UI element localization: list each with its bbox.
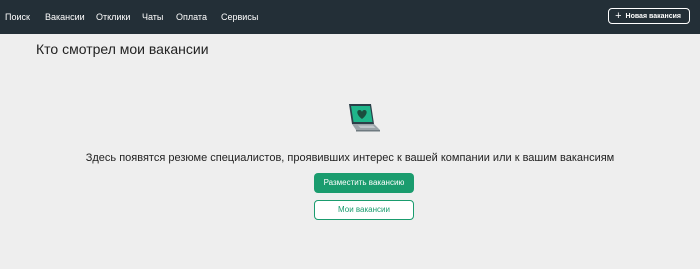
nav-item-services[interactable]: Сервисы	[221, 0, 258, 34]
page-title: Кто смотрел мои вакансии	[36, 41, 209, 57]
nav-item-responses[interactable]: Отклики	[96, 0, 130, 34]
nav-item-payment[interactable]: Оплата	[176, 0, 207, 34]
nav-item-search[interactable]: Поиск	[5, 0, 30, 34]
plus-icon: +	[615, 9, 622, 22]
post-vacancy-button[interactable]: Разместить вакансию	[314, 173, 414, 193]
nav-item-chats[interactable]: Чаты	[142, 0, 163, 34]
my-vacancies-button[interactable]: Мои вакансии	[314, 200, 414, 220]
empty-state-message: Здесь появятся резюме специалистов, проя…	[85, 152, 615, 164]
laptop-heart-icon	[343, 100, 383, 134]
nav-item-vacancies[interactable]: Вакансии	[45, 0, 85, 34]
new-vacancy-button[interactable]: + Новая вакансия	[608, 8, 690, 24]
new-vacancy-label: Новая вакансия	[625, 12, 681, 20]
top-navigation-bar: Поиск Вакансии Отклики Чаты Оплата Серви…	[0, 0, 700, 34]
